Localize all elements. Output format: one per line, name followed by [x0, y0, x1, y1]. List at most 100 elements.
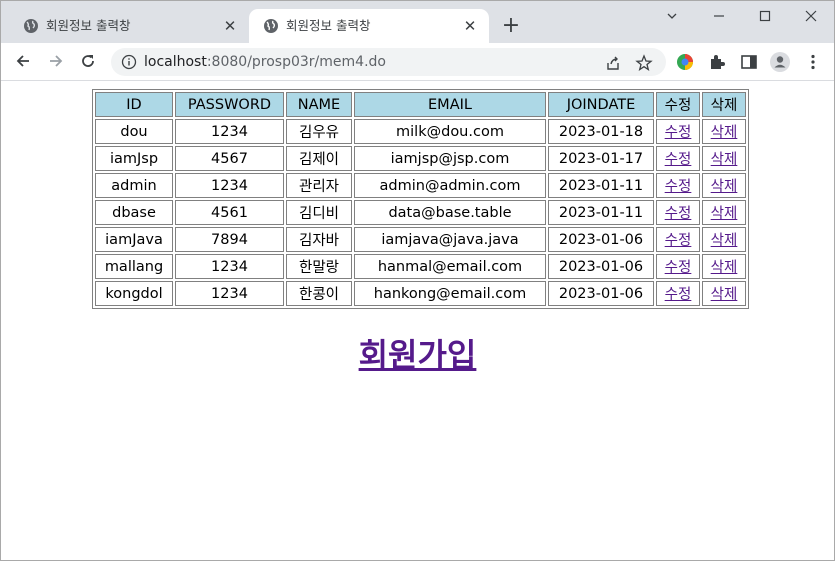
globe-icon	[24, 19, 38, 33]
maximize-icon[interactable]	[742, 1, 788, 31]
side-panel-icon[interactable]	[739, 52, 759, 72]
globe-icon	[264, 19, 278, 33]
join-link[interactable]: 회원가입	[359, 336, 477, 374]
cell-email: iamjsp@jsp.com	[354, 146, 546, 171]
cell-email: milk@dou.com	[354, 119, 546, 144]
close-window-icon[interactable]	[788, 1, 834, 31]
cell-joindate: 2023-01-06	[548, 254, 654, 279]
bookmark-star-icon[interactable]	[635, 54, 653, 72]
delete-link[interactable]: 삭제	[711, 152, 738, 168]
edit-link[interactable]: 수정	[665, 287, 692, 303]
cell-delete: 삭제	[702, 173, 746, 198]
tab-active[interactable]: 회원정보 출력창 ✕	[249, 9, 489, 43]
join-heading: 회원가입	[1, 330, 834, 376]
cell-id: dbase	[95, 200, 173, 225]
cell-delete: 삭제	[702, 254, 746, 279]
edit-link[interactable]: 수정	[665, 233, 692, 249]
header-edit: 수정	[656, 92, 700, 117]
header-name: NAME	[286, 92, 352, 117]
extension-color-icon[interactable]	[675, 52, 695, 72]
cell-name: 한콩이	[286, 281, 352, 306]
cell-email: iamjava@java.java	[354, 227, 546, 252]
header-joindate: JOINDATE	[548, 92, 654, 117]
table-header-row: ID PASSWORD NAME EMAIL JOINDATE 수정 삭제	[95, 92, 746, 117]
info-icon[interactable]	[121, 54, 137, 70]
edit-link[interactable]: 수정	[665, 125, 692, 141]
cell-email: hankong@email.com	[354, 281, 546, 306]
cell-email: hanmal@email.com	[354, 254, 546, 279]
cell-id: dou	[95, 119, 173, 144]
table-row: dou 1234 김우유 milk@dou.com 2023-01-18 수정 …	[95, 119, 746, 144]
cell-password: 7894	[175, 227, 284, 252]
header-delete: 삭제	[702, 92, 746, 117]
header-id: ID	[95, 92, 173, 117]
cell-name: 관리자	[286, 173, 352, 198]
cell-delete: 삭제	[702, 146, 746, 171]
table-row: iamJsp 4567 김제이 iamjsp@jsp.com 2023-01-1…	[95, 146, 746, 171]
page-content: ID PASSWORD NAME EMAIL JOINDATE 수정 삭제 do…	[1, 81, 834, 560]
table-row: dbase 4561 김디비 data@base.table 2023-01-1…	[95, 200, 746, 225]
delete-link[interactable]: 삭제	[711, 260, 738, 276]
cell-edit: 수정	[656, 200, 700, 225]
cell-name: 김디비	[286, 200, 352, 225]
cell-edit: 수정	[656, 227, 700, 252]
address-bar[interactable]: localhost:8080/prosp03r/mem4.do	[111, 48, 666, 76]
cell-delete: 삭제	[702, 119, 746, 144]
member-table: ID PASSWORD NAME EMAIL JOINDATE 수정 삭제 do…	[92, 89, 749, 309]
delete-link[interactable]: 삭제	[711, 233, 738, 249]
cell-joindate: 2023-01-11	[548, 173, 654, 198]
header-password: PASSWORD	[175, 92, 284, 117]
tab-search-icon[interactable]	[649, 1, 695, 31]
edit-link[interactable]: 수정	[665, 152, 692, 168]
url-path: :8080/prosp03r/mem4.do	[206, 54, 386, 70]
cell-joindate: 2023-01-18	[548, 119, 654, 144]
browser-window: 회원정보 출력창 ✕ 회원정보 출력창 ✕ + localhost:8080/p…	[0, 0, 835, 561]
url-text: localhost:8080/prosp03r/mem4.do	[144, 54, 386, 70]
delete-link[interactable]: 삭제	[711, 179, 738, 195]
tab-title: 회원정보 출력창	[46, 18, 131, 33]
extensions-puzzle-icon[interactable]	[707, 52, 727, 72]
cell-delete: 삭제	[702, 200, 746, 225]
cell-joindate: 2023-01-11	[548, 200, 654, 225]
edit-link[interactable]: 수정	[665, 206, 692, 222]
cell-joindate: 2023-01-06	[548, 281, 654, 306]
edit-link[interactable]: 수정	[665, 260, 692, 276]
minimize-icon[interactable]	[696, 1, 742, 31]
cell-password: 1234	[175, 281, 284, 306]
forward-arrow-icon[interactable]	[44, 49, 68, 73]
new-tab-button[interactable]: +	[499, 15, 523, 39]
cell-password: 1234	[175, 254, 284, 279]
share-icon[interactable]	[604, 54, 622, 72]
close-icon[interactable]: ✕	[221, 17, 239, 35]
menu-kebab-icon[interactable]	[803, 52, 823, 72]
back-arrow-icon[interactable]	[11, 49, 35, 73]
cell-id: iamJsp	[95, 146, 173, 171]
cell-id: admin	[95, 173, 173, 198]
cell-name: 한말랑	[286, 254, 352, 279]
delete-link[interactable]: 삭제	[711, 287, 738, 303]
reload-icon[interactable]	[76, 49, 100, 73]
cell-password: 4567	[175, 146, 284, 171]
cell-id: kongdol	[95, 281, 173, 306]
tab-inactive[interactable]: 회원정보 출력창 ✕	[9, 9, 249, 43]
cell-joindate: 2023-01-06	[548, 227, 654, 252]
table-row: mallang 1234 한말랑 hanmal@email.com 2023-0…	[95, 254, 746, 279]
cell-delete: 삭제	[702, 281, 746, 306]
profile-avatar-icon[interactable]	[770, 52, 790, 72]
delete-link[interactable]: 삭제	[711, 125, 738, 141]
cell-edit: 수정	[656, 173, 700, 198]
cell-edit: 수정	[656, 281, 700, 306]
tab-title: 회원정보 출력창	[286, 18, 371, 33]
cell-id: mallang	[95, 254, 173, 279]
table-row: iamJava 7894 김자바 iamjava@java.java 2023-…	[95, 227, 746, 252]
url-host: localhost	[144, 54, 207, 70]
cell-id: iamJava	[95, 227, 173, 252]
delete-link[interactable]: 삭제	[711, 206, 738, 222]
edit-link[interactable]: 수정	[665, 179, 692, 195]
cell-name: 김제이	[286, 146, 352, 171]
close-icon[interactable]: ✕	[461, 17, 479, 35]
cell-email: data@base.table	[354, 200, 546, 225]
cell-name: 김자바	[286, 227, 352, 252]
cell-edit: 수정	[656, 254, 700, 279]
cell-email: admin@admin.com	[354, 173, 546, 198]
